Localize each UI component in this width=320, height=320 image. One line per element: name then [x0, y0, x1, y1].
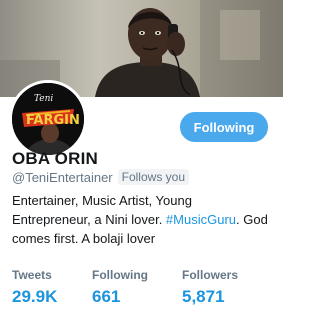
avatar-logo-script: Teni	[34, 94, 53, 104]
follows-you-badge: Follows you	[117, 169, 189, 185]
stat-followers-label: Followers	[182, 268, 239, 282]
avatar-image: Teni FARGIN	[12, 83, 84, 155]
avatar[interactable]: Teni FARGIN	[9, 80, 87, 158]
avatar-logo-word: FARGIN	[26, 113, 80, 128]
stat-tweets[interactable]: Tweets 29.9K	[12, 268, 57, 308]
stat-tweets-label: Tweets	[12, 268, 52, 282]
stat-following-value: 661	[92, 287, 121, 306]
handle-row: @TeniEntertainer Follows you	[12, 168, 189, 186]
profile-handle[interactable]: @TeniEntertainer	[12, 170, 113, 185]
stat-following-label: Following	[92, 268, 148, 282]
stat-following[interactable]: Following 661	[92, 268, 148, 308]
stat-tweets-value: 29.9K	[12, 287, 58, 306]
profile-name[interactable]: OBA ORIN	[12, 149, 98, 169]
following-button[interactable]: Following	[180, 112, 268, 142]
stat-followers-value: 5,871	[182, 287, 225, 306]
stat-followers[interactable]: Followers 5,871	[182, 268, 238, 308]
bio-hashtag-link[interactable]: #MusicGuru	[166, 212, 236, 227]
profile-stats: Tweets 29.9K Following 661 Followers 5,8…	[12, 268, 274, 308]
profile-card: Teni FARGIN Following OBA ORIN @TeniEnte…	[0, 0, 283, 320]
profile-bio: Entertainer, Music Artist, Young Entrepr…	[12, 191, 274, 248]
